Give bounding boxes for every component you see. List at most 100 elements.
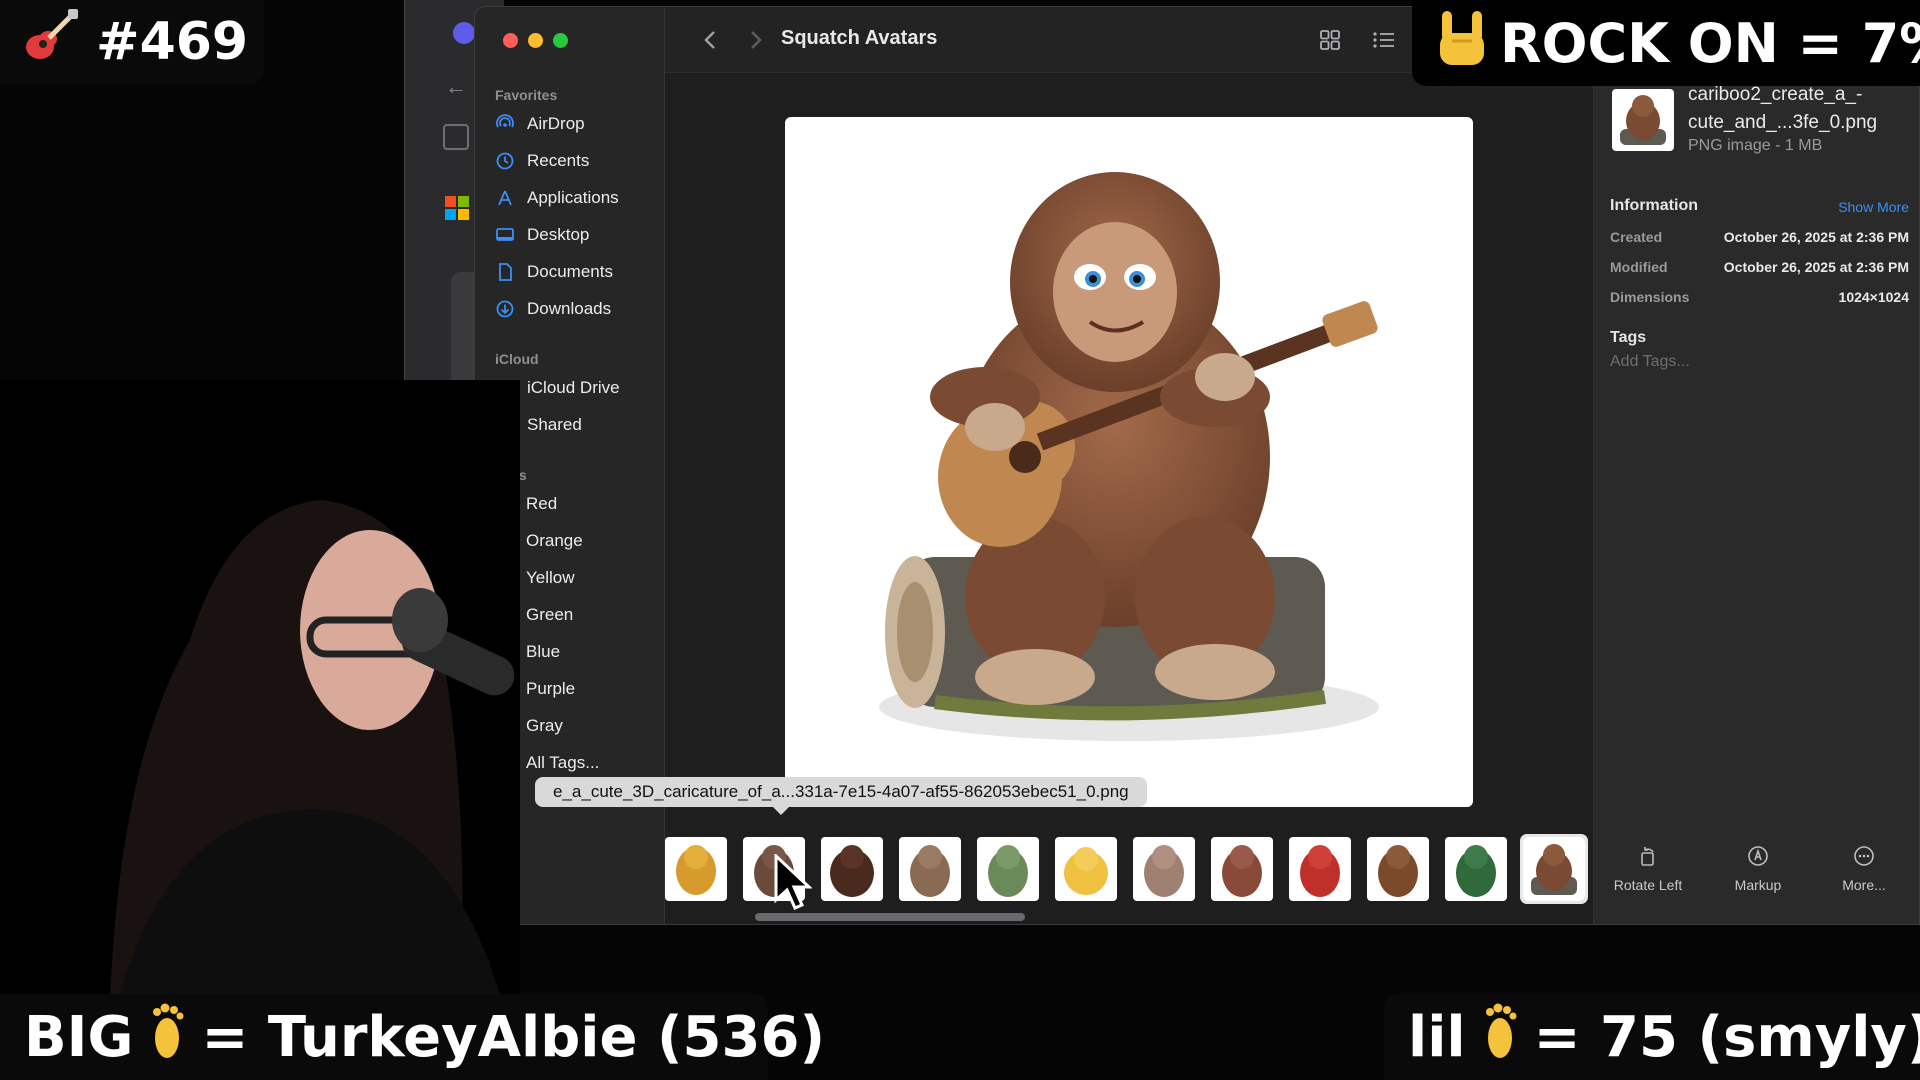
show-more-link[interactable]: Show More (1838, 199, 1909, 215)
webcam-feed (0, 380, 520, 994)
minimize-button[interactable] (528, 33, 543, 48)
info-row-created: Created October 26, 2025 at 2:36 PM (1610, 229, 1909, 251)
sidebar-item-label: Gray (526, 716, 563, 735)
action-label: More... (1842, 877, 1886, 893)
rock-hand-icon (1436, 7, 1488, 80)
grid-view-icon (1320, 30, 1340, 50)
info-value: October 26, 2025 at 2:36 PM (1723, 259, 1909, 275)
info-key: Modified (1610, 259, 1668, 275)
app-icon (453, 22, 475, 44)
microsoft-logo-icon (445, 196, 469, 220)
sidebar-item-downloads[interactable]: Downloads (495, 294, 611, 324)
airdrop-icon (495, 114, 515, 134)
thumbnail[interactable] (1445, 837, 1507, 901)
mouse-cursor-icon (774, 854, 812, 910)
document-icon (495, 262, 515, 282)
thumbnail[interactable] (821, 837, 883, 901)
thumbnail[interactable] (899, 837, 961, 901)
lil-foot-text: = 75 (smyly) (1533, 1004, 1920, 1070)
sidebar-item-label: Orange (526, 531, 583, 550)
add-tags-field[interactable]: Add Tags... (1610, 353, 1690, 371)
sidebar-section-icloud: iCloud (495, 351, 539, 367)
episode-number: #469 (96, 12, 249, 72)
info-row-modified: Modified October 26, 2025 at 2:36 PM (1610, 259, 1909, 281)
episode-overlay: #469 (0, 0, 264, 84)
tags-header: Tags (1610, 329, 1647, 346)
sidebar-item-label: Shared (527, 415, 582, 434)
sidebar-item-label: Downloads (527, 299, 612, 318)
big-prefix: BIG (24, 1004, 134, 1070)
finder-window: Favorites AirDrop Recents Applications D… (474, 6, 1920, 925)
preview-area: e_a_cute_3D_caricature_of_a...331a-7e15-… (535, 73, 1593, 924)
markup-icon (1745, 843, 1771, 869)
sidebar-item-desktop[interactable]: Desktop (495, 220, 589, 250)
chevron-left-icon (704, 31, 715, 49)
sidebar-item-label: All Tags... (526, 753, 600, 772)
sidebar-item-label: Applications (527, 188, 619, 207)
download-icon (495, 299, 515, 319)
back-button[interactable] (693, 23, 727, 57)
sidebar-item-label: Yellow (526, 568, 575, 587)
rock-on-text: ROCK ON = 7% (1500, 11, 1920, 75)
grid-icon (443, 124, 469, 150)
filename-tooltip: e_a_cute_3D_caricature_of_a...331a-7e15-… (535, 777, 1147, 815)
sidebar-item-label: Desktop (527, 225, 590, 244)
thumbnail[interactable] (665, 837, 727, 901)
rotate-left-icon (1635, 843, 1661, 869)
action-label: Markup (1734, 877, 1782, 893)
window-title: Squatch Avatars (781, 27, 938, 49)
big-foot-overlay: BIG = TurkeyAlbie (536) (0, 994, 825, 1080)
desktop-icon (495, 225, 515, 245)
sasquatch-guitar-image (879, 172, 1379, 741)
applications-icon (495, 188, 515, 208)
screen: ← Favorites AirDrop Recents Applications… (0, 0, 1920, 1080)
sidebar-item-label: Green (526, 605, 574, 624)
close-button[interactable] (503, 33, 518, 48)
more-button[interactable]: More... (1814, 843, 1914, 893)
inspector-panel: cariboo2_create_a_-cute_and_...3fe_0.png… (1593, 73, 1919, 924)
back-arrow-icon: ← (445, 74, 467, 99)
thumbnail[interactable] (1367, 837, 1429, 901)
sidebar-item-airdrop[interactable]: AirDrop (495, 109, 585, 139)
info-row-dimensions: Dimensions 1024×1024 (1610, 289, 1909, 311)
rock-on-overlay: ROCK ON = 7% (1412, 0, 1920, 86)
thumbnail[interactable] (977, 837, 1039, 901)
sidebar-item-label: Recents (527, 151, 590, 170)
action-label: Rotate Left (1613, 877, 1683, 893)
file-kind: PNG image - 1 MB (1688, 137, 1823, 154)
list-view-icon (1373, 32, 1394, 48)
thumbnail-scrollbar[interactable] (755, 913, 1025, 921)
sidebar-item-label: AirDrop (527, 114, 585, 133)
preview-image[interactable] (785, 117, 1473, 807)
sidebar-item-label: Red (526, 494, 558, 513)
file-thumbnail (1612, 89, 1674, 151)
clock-icon (495, 151, 515, 171)
rotate-left-button[interactable]: Rotate Left (1598, 843, 1698, 893)
thumbnail-selected[interactable] (1520, 834, 1588, 904)
chevron-right-icon (751, 31, 762, 49)
thumbnail[interactable] (1055, 837, 1117, 901)
info-value: October 26, 2025 at 2:36 PM (1723, 229, 1909, 245)
lil-foot-overlay: lil = 75 (smyly) (1384, 994, 1920, 1080)
thumbnail[interactable] (1133, 837, 1195, 901)
big-foot-text: = TurkeyAlbie (536) (201, 1004, 826, 1070)
view-grid-button[interactable] (1313, 23, 1347, 57)
sidebar-item-documents[interactable]: Documents (495, 257, 613, 287)
sidebar-item-label: iCloud Drive (527, 378, 620, 397)
markup-button[interactable]: Markup (1708, 843, 1808, 893)
thumbnail[interactable] (1211, 837, 1273, 901)
guitar-icon (22, 7, 80, 78)
forward-button[interactable] (739, 23, 773, 57)
more-icon (1851, 843, 1877, 869)
sidebar-item-applications[interactable]: Applications (495, 183, 619, 213)
streamer-webcam-image (0, 380, 520, 994)
view-list-button[interactable] (1367, 23, 1401, 57)
info-key: Created (1610, 229, 1663, 245)
zoom-button[interactable] (553, 33, 568, 48)
sidebar-item-recents[interactable]: Recents (495, 146, 589, 176)
info-key: Dimensions (1610, 289, 1690, 305)
sidebar-item-label: Documents (527, 262, 613, 281)
sidebar-item-label: Blue (526, 642, 561, 661)
info-value: 1024×1024 (1838, 289, 1909, 305)
thumbnail[interactable] (1289, 837, 1351, 901)
